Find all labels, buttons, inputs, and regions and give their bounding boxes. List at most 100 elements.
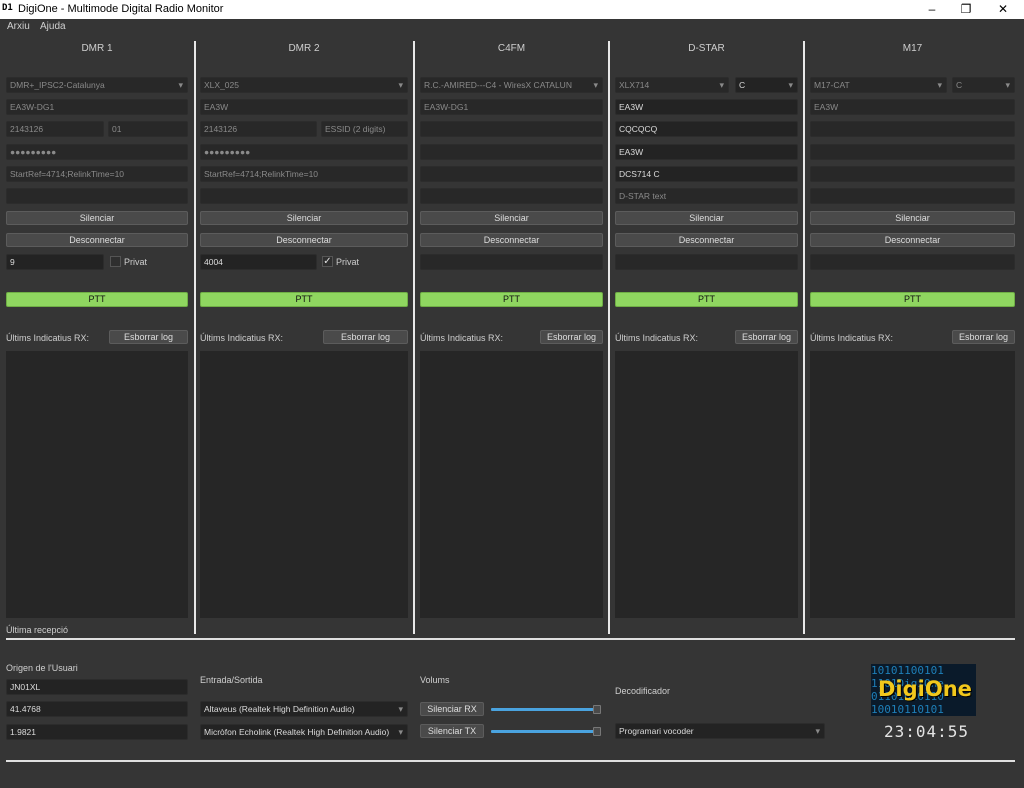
- column-separator: [413, 41, 415, 634]
- empty-field-c4fm[interactable]: [420, 254, 603, 270]
- minimize-button[interactable]: –: [914, 0, 950, 19]
- clear-log-button-dmr1[interactable]: Esborrar log: [109, 330, 188, 344]
- app-logo-icon: D1: [2, 3, 13, 13]
- close-button[interactable]: ✕: [985, 0, 1021, 19]
- disconnect-button-dstar[interactable]: Desconnectar: [615, 233, 798, 247]
- latitude-field[interactable]: 41.4768: [6, 701, 188, 717]
- essid-field-dmr1[interactable]: 01: [108, 121, 188, 137]
- clear-log-button-c4fm[interactable]: Esborrar log: [540, 330, 603, 344]
- ptt-button-c4fm[interactable]: PTT: [420, 292, 603, 307]
- window-title: DigiOne - Multimode Digital Radio Monito…: [18, 3, 224, 15]
- last-rx-label-dstar: Últims Indicatius RX:: [615, 333, 699, 343]
- tx-volume-slider[interactable]: [491, 730, 601, 733]
- menu-help[interactable]: Ajuda: [40, 21, 66, 32]
- empty-field-m17[interactable]: [810, 144, 1015, 160]
- disconnect-button-m17[interactable]: Desconnectar: [810, 233, 1015, 247]
- rx-volume-slider-handle[interactable]: [593, 705, 601, 714]
- mute-button-c4fm[interactable]: Silenciar: [420, 211, 603, 225]
- reflector-select-dmr2[interactable]: XLX_025: [200, 77, 408, 93]
- options-field-dmr1[interactable]: StartRef=4714;RelinkTime=10: [6, 166, 188, 182]
- empty-field-dmr1[interactable]: [6, 188, 188, 204]
- last-reception-status: Última recepció: [6, 625, 69, 635]
- disconnect-button-c4fm[interactable]: Desconnectar: [420, 233, 603, 247]
- reflector-select-dmr1[interactable]: DMR+_IPSC2-Catalunya: [6, 77, 188, 93]
- callsign-field-m17[interactable]: EA3W: [810, 99, 1015, 115]
- ptt-button-m17[interactable]: PTT: [810, 292, 1015, 307]
- private-checkbox-dmr2[interactable]: ✓: [322, 256, 333, 267]
- clear-log-button-dstar[interactable]: Esborrar log: [735, 330, 798, 344]
- empty-field-dstar[interactable]: [615, 254, 798, 270]
- output-device-select[interactable]: Altaveus (Realtek High Definition Audio): [200, 701, 408, 717]
- mute-button-dstar[interactable]: Silenciar: [615, 211, 798, 225]
- callsign-field-dmr1[interactable]: EA3W-DG1: [6, 99, 188, 115]
- horizontal-separator: [6, 638, 1015, 640]
- module-select-dstar[interactable]: C: [735, 77, 798, 93]
- empty-field-c4fm[interactable]: [420, 188, 603, 204]
- dmr-id-field-dmr1[interactable]: 2143126: [6, 121, 104, 137]
- rx-log-c4fm[interactable]: [420, 351, 603, 618]
- reflector-select-c4fm[interactable]: R.C.-AMIRED---C4 - WiresX CATALUN: [420, 77, 603, 93]
- empty-field-c4fm[interactable]: [420, 144, 603, 160]
- mute-rx-button[interactable]: Silenciar RX: [420, 702, 484, 716]
- talkgroup-field-dmr1[interactable]: 9: [6, 254, 104, 270]
- urcall-field-dstar[interactable]: CQCQCQ: [615, 121, 798, 137]
- user-origin-label: Origen de l'Usuari: [6, 663, 78, 673]
- talkgroup-field-dmr2[interactable]: 4004: [200, 254, 317, 270]
- empty-field-m17[interactable]: [810, 121, 1015, 137]
- rx-volume-slider[interactable]: [491, 708, 601, 711]
- empty-field-c4fm[interactable]: [420, 166, 603, 182]
- mute-button-dmr1[interactable]: Silenciar: [6, 211, 188, 225]
- mute-tx-button[interactable]: Silenciar TX: [420, 724, 484, 738]
- empty-field-m17[interactable]: [810, 166, 1015, 182]
- mute-button-dmr2[interactable]: Silenciar: [200, 211, 408, 225]
- ptt-button-dmr2[interactable]: PTT: [200, 292, 408, 307]
- clear-log-button-m17[interactable]: Esborrar log: [952, 330, 1015, 344]
- clear-log-button-dmr2[interactable]: Esborrar log: [323, 330, 408, 344]
- menu-bar: Arxiu Ajuda: [0, 19, 1024, 35]
- maximize-button[interactable]: ❐: [948, 0, 984, 19]
- rx-log-m17[interactable]: [810, 351, 1015, 618]
- empty-field-m17[interactable]: [810, 188, 1015, 204]
- dmr-id-field-dmr2[interactable]: 2143126: [200, 121, 317, 137]
- longitude-field[interactable]: 1.9821: [6, 724, 188, 740]
- rx-log-dstar[interactable]: [615, 351, 798, 618]
- tx-volume-slider-handle[interactable]: [593, 727, 601, 736]
- essid-field-dmr2[interactable]: ESSID (2 digits): [321, 121, 408, 137]
- dstar-text-field[interactable]: D-STAR text: [615, 188, 798, 204]
- last-rx-label-dmr1: Últims Indicatius RX:: [6, 333, 90, 343]
- column-separator: [803, 41, 805, 634]
- options-field-dmr2[interactable]: StartRef=4714;RelinkTime=10: [200, 166, 408, 182]
- mycall-field-dstar[interactable]: EA3W: [615, 99, 798, 115]
- decoder-select[interactable]: Programari vocoder: [615, 723, 825, 739]
- last-rx-label-c4fm: Últims Indicatius RX:: [420, 333, 504, 343]
- digione-logo: 10101100101 1101DigiOne 01101010110 1001…: [871, 664, 976, 716]
- empty-field-c4fm[interactable]: [420, 121, 603, 137]
- last-rx-label-dmr2: Últims Indicatius RX:: [200, 333, 284, 343]
- rpt1-field-dstar[interactable]: EA3W: [615, 144, 798, 160]
- password-field-dmr1[interactable]: ●●●●●●●●●: [6, 144, 188, 160]
- ptt-button-dstar[interactable]: PTT: [615, 292, 798, 307]
- private-checkbox-dmr1[interactable]: [110, 256, 121, 267]
- disconnect-button-dmr1[interactable]: Desconnectar: [6, 233, 188, 247]
- reflector-select-m17[interactable]: M17-CAT: [810, 77, 947, 93]
- module-select-m17[interactable]: C: [952, 77, 1015, 93]
- clock-display: 23:04:55: [884, 722, 970, 741]
- menu-file[interactable]: Arxiu: [7, 21, 30, 32]
- rx-log-dmr2[interactable]: [200, 351, 408, 618]
- column-title-dmr2: DMR 2: [288, 43, 320, 54]
- locator-field[interactable]: JN01XL: [6, 679, 188, 695]
- empty-field-dmr2[interactable]: [200, 188, 408, 204]
- reflector-select-dstar[interactable]: XLX714: [615, 77, 729, 93]
- column-title-dstar: D-STAR: [688, 43, 725, 54]
- empty-field-m17[interactable]: [810, 254, 1015, 270]
- column-title-c4fm: C4FM: [497, 43, 526, 54]
- input-device-select[interactable]: Micròfon Echolink (Realtek High Definiti…: [200, 724, 408, 740]
- disconnect-button-dmr2[interactable]: Desconnectar: [200, 233, 408, 247]
- rx-log-dmr1[interactable]: [6, 351, 188, 618]
- callsign-field-dmr2[interactable]: EA3W: [200, 99, 408, 115]
- password-field-dmr2[interactable]: ●●●●●●●●●: [200, 144, 408, 160]
- rpt2-field-dstar[interactable]: DCS714 C: [615, 166, 798, 182]
- mute-button-m17[interactable]: Silenciar: [810, 211, 1015, 225]
- callsign-field-c4fm[interactable]: EA3W-DG1: [420, 99, 603, 115]
- ptt-button-dmr1[interactable]: PTT: [6, 292, 188, 307]
